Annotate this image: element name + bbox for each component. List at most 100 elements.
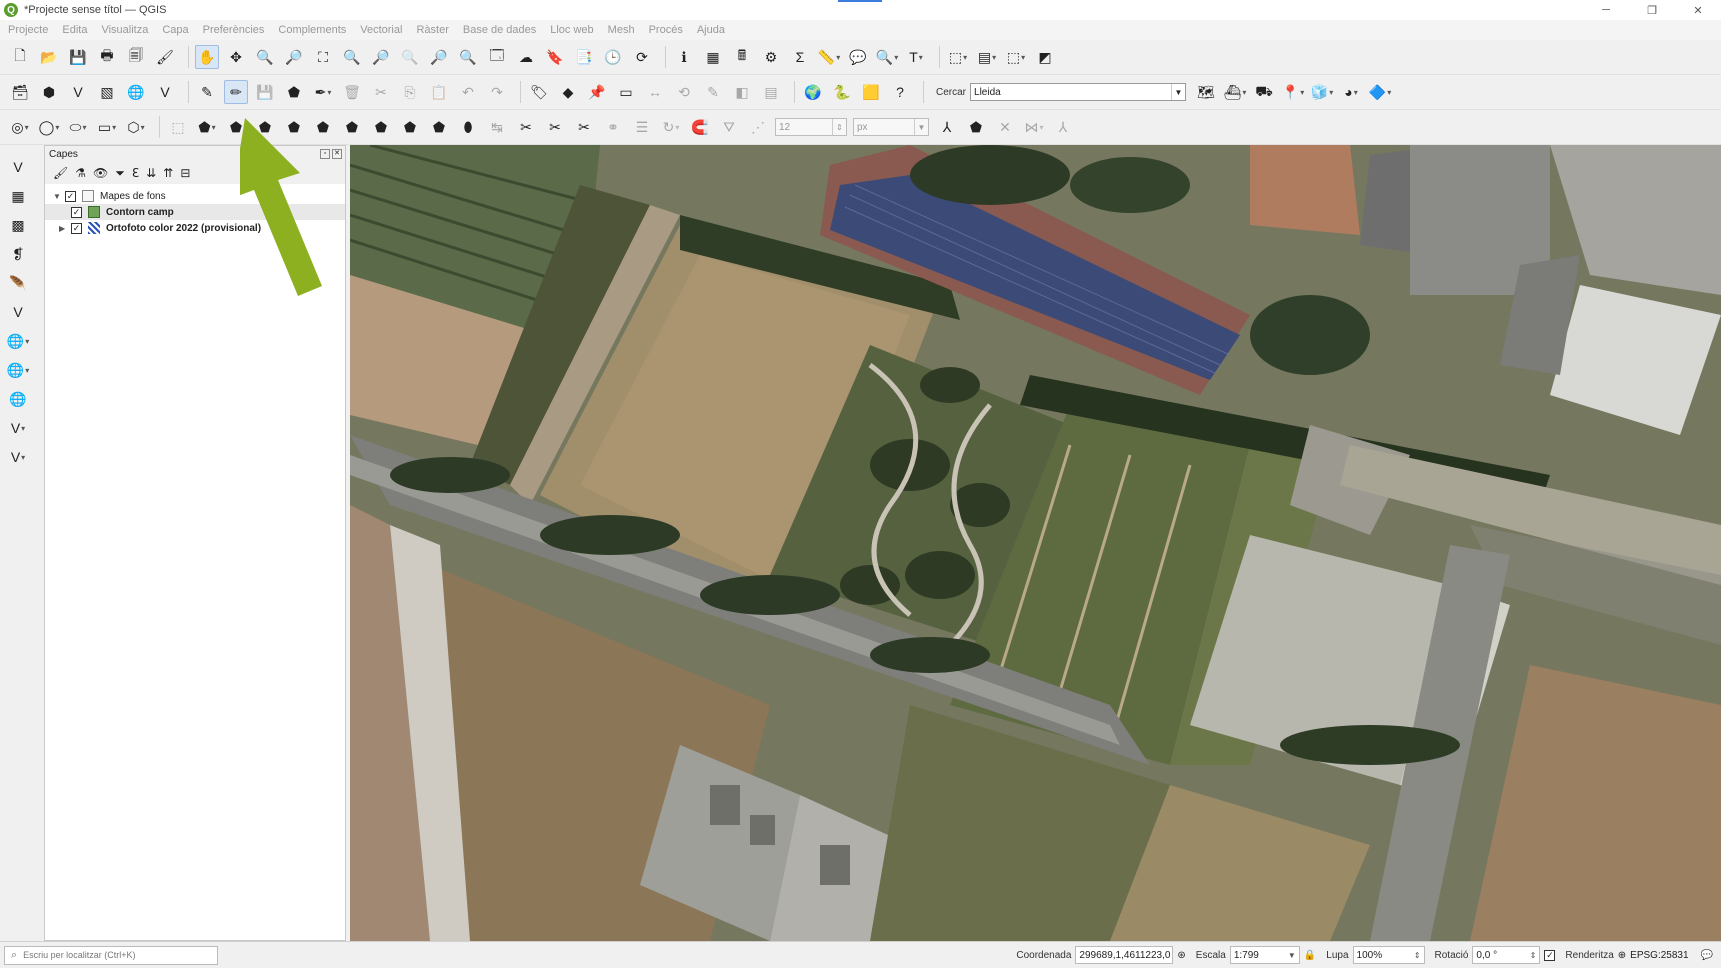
plugin-pie-icon[interactable]: ◕ — [1339, 80, 1363, 104]
zoom-in-icon[interactable]: 🔍 — [253, 45, 277, 69]
change-label-icon[interactable]: ✎ — [701, 80, 725, 104]
plugin-cube-icon[interactable]: 🧊 — [1310, 80, 1334, 104]
add-point-cloud-icon[interactable]: V — [6, 445, 30, 469]
offset-curve-icon[interactable]: ⬮ — [456, 115, 480, 139]
add-raster-layer-icon[interactable]: ▧ — [95, 80, 119, 104]
new-print-layout-icon[interactable]: 🖶 — [95, 45, 119, 69]
add-mesh-layer-icon[interactable]: ▩ — [6, 213, 30, 237]
add-feature-icon[interactable]: ⬟ — [282, 80, 306, 104]
processing-toolbox-icon[interactable]: ⚙ — [759, 45, 783, 69]
coordinate-field[interactable]: 299689,1,4611223,0 — [1075, 946, 1174, 964]
redo-icon[interactable]: ↷ — [485, 80, 509, 104]
snapping-unit-select[interactable]: px ▼ — [853, 118, 929, 136]
move-feature-icon[interactable]: ⬟ — [195, 115, 219, 139]
add-delimited-text-icon[interactable]: ❡ — [6, 242, 30, 266]
tracing-icon[interactable]: ⅄ — [1051, 115, 1075, 139]
add-ellipse-icon[interactable]: ⬭ — [66, 115, 90, 139]
manage-visibility-icon[interactable]: 👁 — [93, 166, 108, 180]
undo-icon[interactable]: ↶ — [456, 80, 480, 104]
merge-features-icon[interactable]: ⚭ — [601, 115, 625, 139]
menu-raster[interactable]: Ràster — [416, 24, 448, 36]
filter-legend-icon[interactable]: ⏷ — [115, 166, 125, 181]
menu-capa[interactable]: Capa — [162, 24, 188, 36]
minimize-button[interactable]: ─ — [1583, 0, 1629, 20]
avoid-overlap-icon[interactable]: ✕ — [993, 115, 1017, 139]
place-search-combo[interactable]: Lleida ▼ — [970, 83, 1187, 101]
filter-expression-icon[interactable]: ℇ — [132, 166, 139, 180]
measure-icon[interactable]: 📏 — [817, 45, 841, 69]
rotate-label-icon[interactable]: ⟲ — [672, 80, 696, 104]
menu-projecte[interactable]: Projecte — [8, 24, 48, 36]
layer-visibility-checkbox[interactable]: ✓ — [71, 222, 82, 234]
select-features-icon[interactable]: ⬚ — [946, 45, 970, 69]
layer-styling-icon[interactable]: 🖌 — [53, 166, 68, 180]
new-bookmark-icon[interactable]: 🔖 — [543, 45, 567, 69]
rotation-spinner[interactable]: 0,0 ° ⇕ — [1472, 946, 1541, 964]
delete-ring-icon[interactable]: ⬟ — [369, 115, 393, 139]
help-icon[interactable]: ? — [888, 80, 912, 104]
add-virtual-layer-icon[interactable]: V — [153, 80, 177, 104]
deselect-features-icon[interactable]: ⬚ — [1004, 45, 1028, 69]
layer-visibility-checkbox[interactable]: ✓ — [71, 206, 82, 218]
save-project-icon[interactable]: 💾 — [66, 45, 90, 69]
toggle-extents-icon[interactable]: ⊛ — [1177, 950, 1185, 961]
add-group-icon[interactable]: ⚗ — [75, 166, 86, 180]
menu-visualitza[interactable]: Visualitza — [101, 24, 148, 36]
copy-features-icon[interactable]: ⎘ — [398, 80, 422, 104]
add-vector-tile-icon[interactable]: V — [6, 416, 30, 440]
label-toolbar-icon[interactable]: 🏷 — [527, 80, 551, 104]
open-attribute-table-icon[interactable]: ▦ — [701, 45, 725, 69]
locator-search-input[interactable]: ⌕ Escriu per localitzar (Ctrl+K) — [4, 945, 218, 965]
temporal-controller-icon[interactable]: 🕒 — [601, 45, 625, 69]
select-location-icon[interactable]: ◩ — [1033, 45, 1057, 69]
menu-mesh[interactable]: Mesh — [608, 24, 635, 36]
fill-ring-icon[interactable]: ⬟ — [340, 115, 364, 139]
plugin-road-icon[interactable]: ⛟ — [1252, 80, 1276, 104]
menu-ajuda[interactable]: Ajuda — [697, 24, 725, 36]
add-regular-polygon-icon[interactable]: ⬡ — [124, 115, 148, 139]
add-circle-icon[interactable]: ◯ — [37, 115, 61, 139]
rotate-point-symbols-icon[interactable]: ↻ — [659, 115, 683, 139]
layout-manager-icon[interactable]: 🗐 — [124, 45, 148, 69]
spinner-icon[interactable]: ⇕ — [1530, 951, 1537, 960]
trim-extend-icon[interactable]: ✂ — [514, 115, 538, 139]
self-snapping-icon[interactable]: ⋈ — [1022, 115, 1046, 139]
open-project-icon[interactable]: 📂 — [37, 45, 61, 69]
save-edits-icon[interactable]: 💾 — [253, 80, 277, 104]
data-source-manager-icon[interactable]: 🗃 — [8, 80, 32, 104]
select-by-expression-icon[interactable]: 🔍 — [875, 45, 899, 69]
show-hide-labels-icon[interactable]: ◧ — [730, 80, 754, 104]
advanced-digitizing-icon[interactable]: ⬚ — [166, 115, 190, 139]
split-parts-icon[interactable]: ✂ — [572, 115, 596, 139]
field-calculator-icon[interactable]: 🖩 — [730, 45, 754, 69]
add-virtual-layer-side-icon[interactable]: V — [6, 300, 30, 324]
group-visibility-checkbox[interactable]: ✓ — [65, 190, 76, 202]
python-console-icon[interactable]: 🐍 — [830, 80, 854, 104]
topological-editing-icon[interactable]: ⅄ — [935, 115, 959, 139]
label-properties-icon[interactable]: ▤ — [759, 80, 783, 104]
reverse-line-icon[interactable]: ↹ — [485, 115, 509, 139]
render-checkbox[interactable]: ✓ — [1544, 949, 1556, 961]
toggle-editing-icon[interactable]: ✏ — [224, 80, 248, 104]
text-annotation-icon[interactable]: T — [904, 45, 928, 69]
zoom-next-icon[interactable]: 🔍 — [456, 45, 480, 69]
new-3d-view-icon[interactable]: ☁ — [514, 45, 538, 69]
menu-base-de-dades[interactable]: Base de dades — [463, 24, 536, 36]
add-ring-shape-icon[interactable]: ◎ — [8, 115, 32, 139]
menu-lloc-web[interactable]: Lloc web — [550, 24, 593, 36]
menu-preferencies[interactable]: Preferències — [203, 24, 265, 36]
add-wms-side-icon[interactable]: 🌐 — [6, 329, 30, 353]
collapse-arrow-icon[interactable]: ▼ — [53, 192, 65, 201]
add-wcs-layer-icon[interactable]: 🌐 — [6, 358, 30, 382]
chevron-down-icon[interactable]: ▼ — [914, 119, 928, 135]
zoom-last-icon[interactable]: 🔎 — [427, 45, 451, 69]
add-vector-layer-icon[interactable]: V — [66, 80, 90, 104]
map-canvas[interactable] — [350, 145, 1721, 941]
zoom-to-selection-icon[interactable]: 🔍 — [340, 45, 364, 69]
plugin-boat-icon[interactable]: ⛴ — [1223, 80, 1247, 104]
delete-part-icon[interactable]: ⬟ — [398, 115, 422, 139]
statistical-summary-icon[interactable]: Σ — [788, 45, 812, 69]
plugin-tag-icon[interactable]: 🔷 — [1368, 80, 1392, 104]
remove-layer-icon[interactable]: ⊟ — [180, 166, 190, 180]
new-geopackage-layer-icon[interactable]: ⬢ — [37, 80, 61, 104]
